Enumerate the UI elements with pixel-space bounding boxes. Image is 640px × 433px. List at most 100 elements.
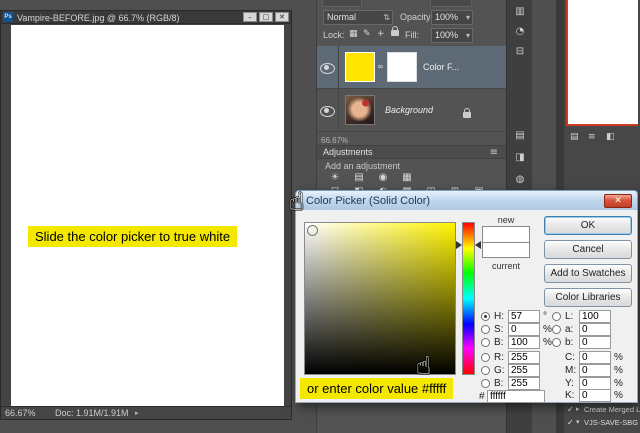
caret-down-icon[interactable]: ▾ bbox=[576, 418, 580, 426]
blend-mode-value: Normal bbox=[327, 12, 356, 22]
check-icon[interactable]: ✓ bbox=[567, 405, 574, 414]
dialog-titlebar[interactable]: Color Picker (Solid Color) ✕ bbox=[295, 190, 638, 210]
current-color-swatch[interactable] bbox=[482, 242, 530, 258]
ok-button[interactable]: OK bbox=[544, 216, 632, 235]
action-item-vjs-save[interactable]: ✓ ▾ VJS-SAVE-SBG bbox=[564, 417, 640, 429]
saturation-brightness-field[interactable] bbox=[304, 222, 456, 375]
cancel-button[interactable]: Cancel bbox=[544, 240, 632, 259]
lock-position-icon[interactable]: + bbox=[377, 29, 385, 39]
color-selection-marker[interactable] bbox=[307, 225, 318, 236]
panel-icon[interactable]: ◨ bbox=[507, 152, 533, 163]
zoom-level-field[interactable]: 66.67% bbox=[5, 408, 36, 418]
h-input[interactable] bbox=[508, 310, 540, 323]
bb-input[interactable] bbox=[579, 336, 611, 349]
document-statusbar: 66.67% Doc: 1.91M/1.91M ▸ bbox=[1, 406, 291, 419]
radio-a[interactable] bbox=[552, 325, 561, 334]
action-label[interactable]: VJS-SAVE-SBG bbox=[584, 418, 638, 427]
adjustments-panel-header[interactable]: Adjustments ≡ bbox=[317, 145, 506, 159]
panel-icon[interactable]: ▤ bbox=[507, 130, 533, 141]
panel-icon[interactable]: ◔ bbox=[507, 26, 533, 37]
radio-b2[interactable] bbox=[481, 379, 490, 388]
hue-slider-arrow-icon[interactable] bbox=[475, 241, 481, 249]
hex-input[interactable] bbox=[487, 390, 545, 403]
color-fill-thumbnail[interactable] bbox=[345, 52, 375, 82]
b-input[interactable] bbox=[508, 336, 540, 349]
document-title: Vampire-BEFORE.jpg @ 66.7% (RGB/8) bbox=[17, 13, 180, 23]
partial-control bbox=[430, 0, 472, 7]
layer-row-background[interactable]: Background bbox=[317, 89, 507, 132]
hue-slider-arrow-icon[interactable] bbox=[456, 241, 462, 249]
secondary-document-preview[interactable] bbox=[566, 0, 638, 126]
adjustment-brightness-icon[interactable]: ☀ bbox=[325, 172, 345, 185]
action-label[interactable]: Create Merged Layer bbox=[584, 405, 640, 414]
radio-g[interactable] bbox=[481, 366, 490, 375]
adjustment-exposure-icon[interactable]: ▦ bbox=[397, 172, 417, 185]
lock-transparency-icon[interactable]: ▦ bbox=[349, 29, 358, 39]
caret-right-icon[interactable]: ▸ bbox=[576, 405, 580, 413]
radio-b[interactable] bbox=[481, 338, 490, 347]
c-input[interactable] bbox=[579, 351, 611, 364]
mask-link-icon[interactable]: ∞ bbox=[377, 62, 384, 71]
dock-icon[interactable]: ◧ bbox=[606, 132, 615, 142]
hue-slider[interactable] bbox=[462, 222, 475, 375]
maximize-button[interactable]: □ bbox=[259, 12, 273, 22]
hex-prefix: # bbox=[479, 391, 487, 402]
visibility-eye-icon[interactable] bbox=[320, 106, 335, 117]
layer-name[interactable]: Color F... bbox=[423, 62, 459, 72]
field-row-r: R: bbox=[481, 351, 543, 365]
document-titlebar[interactable]: Ps Vampire-BEFORE.jpg @ 66.7% (RGB/8) – … bbox=[1, 11, 291, 24]
background-thumbnail[interactable] bbox=[345, 95, 375, 125]
blend-mode-select[interactable]: Normal ⇅ bbox=[323, 10, 393, 25]
partial-control bbox=[322, 0, 362, 7]
g-input[interactable] bbox=[508, 364, 540, 377]
fill-value-select[interactable]: 100% ▾ bbox=[431, 28, 473, 43]
dialog-title: Color Picker (Solid Color) bbox=[306, 195, 430, 207]
add-to-swatches-button[interactable]: Add to Swatches bbox=[544, 264, 632, 283]
color-libraries-button[interactable]: Color Libraries bbox=[544, 288, 632, 307]
k-input[interactable] bbox=[579, 389, 611, 402]
radio-bb[interactable] bbox=[552, 338, 561, 347]
panel-icon[interactable]: ⊟ bbox=[507, 46, 533, 57]
field-row-b: B:% bbox=[481, 336, 552, 350]
minimize-button[interactable]: – bbox=[243, 12, 257, 22]
dock-icon[interactable]: ▤ bbox=[570, 132, 579, 142]
radio-h[interactable] bbox=[481, 312, 490, 321]
panel-menu-icon[interactable]: ≡ bbox=[490, 147, 498, 158]
l-input[interactable] bbox=[579, 310, 611, 323]
annotation-slide-picker: Slide the color picker to true white bbox=[28, 226, 237, 247]
canvas[interactable] bbox=[11, 25, 284, 408]
field-row-h: H:° bbox=[481, 310, 547, 324]
visibility-eye-icon[interactable] bbox=[320, 63, 335, 74]
field-suffix: % bbox=[614, 352, 623, 363]
m-input[interactable] bbox=[579, 364, 611, 377]
panel-icon[interactable]: ◍ bbox=[507, 174, 533, 185]
b2-input[interactable] bbox=[508, 377, 540, 390]
layer-name[interactable]: Background bbox=[385, 105, 433, 115]
lock-pixels-icon[interactable]: ✎ bbox=[363, 29, 371, 39]
status-menu-icon[interactable]: ▸ bbox=[135, 409, 139, 417]
panel-zoom-readout: 66.67% bbox=[321, 136, 348, 145]
panel-icon[interactable]: ▥ bbox=[507, 6, 533, 17]
s-input[interactable] bbox=[508, 323, 540, 336]
opacity-value-select[interactable]: 100% ▾ bbox=[431, 10, 473, 25]
action-item-create-merged-layer[interactable]: ✓ ▸ Create Merged Layer bbox=[564, 404, 640, 416]
field-label: a: bbox=[565, 324, 579, 335]
current-color-label: current bbox=[482, 261, 530, 271]
adjustment-levels-icon[interactable]: ▤ bbox=[349, 172, 369, 185]
field-label: R: bbox=[494, 352, 508, 363]
dialog-close-button[interactable]: ✕ bbox=[604, 194, 632, 208]
radio-r[interactable] bbox=[481, 353, 490, 362]
field-row-a: a: bbox=[552, 323, 614, 337]
radio-l[interactable] bbox=[552, 312, 561, 321]
radio-s[interactable] bbox=[481, 325, 490, 334]
opacity-value: 100% bbox=[435, 12, 458, 22]
layer-mask-thumbnail[interactable] bbox=[387, 52, 417, 82]
dock-icon[interactable]: ≡ bbox=[588, 132, 596, 142]
adjustment-curves-icon[interactable]: ◉ bbox=[373, 172, 393, 185]
layer-row-color-fill[interactable]: ∞ Color F... bbox=[317, 46, 507, 89]
check-icon[interactable]: ✓ bbox=[567, 418, 574, 427]
r-input[interactable] bbox=[508, 351, 540, 364]
a-input[interactable] bbox=[579, 323, 611, 336]
lock-all-icon[interactable] bbox=[391, 28, 399, 38]
close-button[interactable]: ✕ bbox=[275, 12, 289, 22]
